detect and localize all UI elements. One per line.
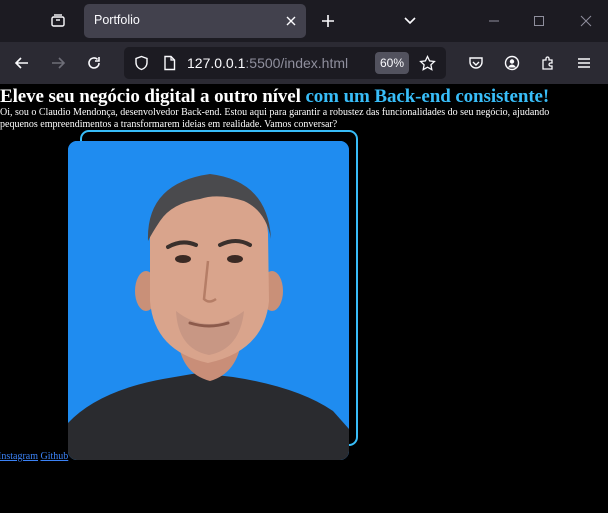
hero-title-accent: com um Back-end consistente! xyxy=(305,86,550,107)
url-host: 127.0.0.1 xyxy=(187,55,246,71)
page-content: Eleve seu negócio digital a outro nível … xyxy=(0,84,608,513)
zoom-level-badge[interactable]: 60% xyxy=(375,52,409,74)
url-text[interactable]: 127.0.0.1:5500/index.html xyxy=(187,55,348,71)
tab-portfolio[interactable]: Portfolio xyxy=(84,4,306,38)
account-icon[interactable] xyxy=(498,49,526,77)
chevron-down-icon[interactable] xyxy=(396,8,424,34)
shield-icon[interactable] xyxy=(132,54,150,72)
list-all-tabs-icon[interactable] xyxy=(44,8,72,34)
forward-arrow-icon[interactable] xyxy=(44,49,72,77)
minimize-icon[interactable] xyxy=(479,6,509,36)
close-window-icon[interactable] xyxy=(571,6,601,36)
url-path: :5500/index.html xyxy=(245,55,349,71)
github-link[interactable]: Github xyxy=(41,451,69,462)
url-bar[interactable]: 127.0.0.1:5500/index.html 60% xyxy=(124,47,446,79)
hamburger-menu-icon[interactable] xyxy=(570,49,598,77)
page-icon[interactable] xyxy=(160,54,178,72)
social-links: Instagram Github xyxy=(0,451,68,462)
close-tab-icon[interactable] xyxy=(282,12,300,30)
reload-icon[interactable] xyxy=(80,49,108,77)
tab-bar: Portfolio xyxy=(0,0,608,42)
hero-title-main: Eleve seu negócio digital a outro nível xyxy=(0,86,301,107)
tab-title: Portfolio xyxy=(94,13,140,27)
pocket-icon[interactable] xyxy=(462,49,490,77)
bookmark-star-icon[interactable] xyxy=(418,54,436,72)
hero-description: Oi, sou o Claudio Mendonça, desenvolvedo… xyxy=(0,107,550,130)
navigation-bar: 127.0.0.1:5500/index.html 60% xyxy=(0,42,608,84)
instagram-link[interactable]: Instagram xyxy=(0,451,38,462)
maximize-icon[interactable] xyxy=(524,6,554,36)
hero-title: Eleve seu negócio digital a outro nível … xyxy=(0,86,549,108)
profile-photo xyxy=(68,141,349,460)
extensions-puzzle-icon[interactable] xyxy=(534,49,562,77)
new-tab-plus-icon[interactable] xyxy=(314,8,342,34)
back-arrow-icon[interactable] xyxy=(8,49,36,77)
